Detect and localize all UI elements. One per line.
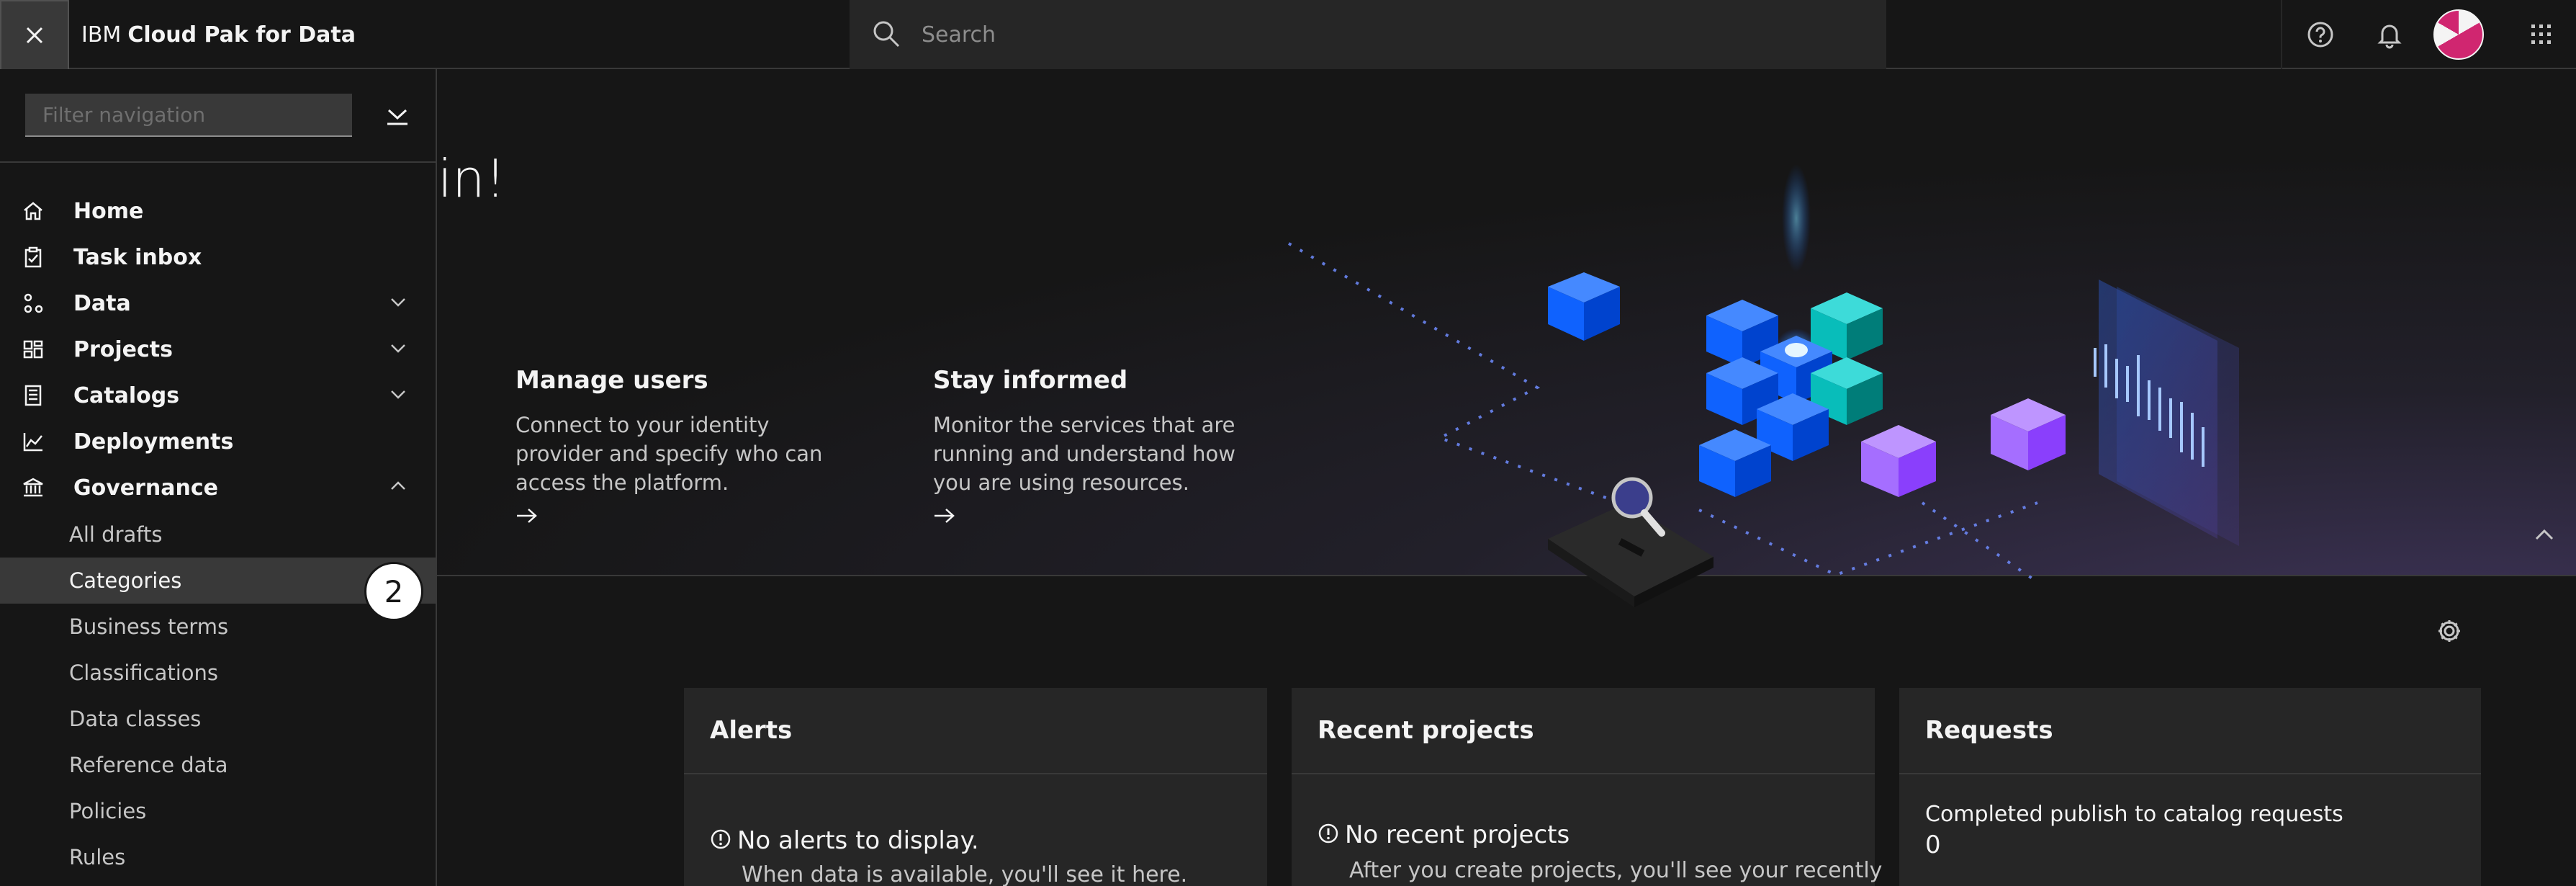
arrow-right-icon[interactable] [515, 507, 832, 527]
catalog-icon [24, 385, 42, 406]
nav-item-projects[interactable]: Projects [0, 326, 436, 372]
nav-sublabel: Business terms [69, 614, 229, 639]
nav-item-data[interactable]: Data [0, 280, 436, 326]
help-icon [2307, 22, 2333, 48]
requests-label[interactable]: Completed publish to catalog requests [1925, 802, 2343, 827]
nav-subitem-data-classes[interactable]: Data classes [0, 696, 436, 742]
collapse-banner-button[interactable] [2534, 527, 2554, 545]
requests-count: 0 [1925, 831, 1941, 859]
nav-sublabel: Rules [69, 845, 126, 869]
requests-panel: Requests Completed publish to catalog re… [1899, 688, 2481, 886]
search-icon [873, 21, 900, 48]
nav-subitem-reference-data[interactable]: Reference data [0, 742, 436, 788]
empty-state-text: After you create projects, you'll see yo… [1349, 858, 1883, 883]
nav-label: Catalogs [73, 382, 180, 408]
empty-state-title: No alerts to display. [710, 826, 979, 856]
collapse-all-button[interactable] [382, 101, 413, 133]
collapse-all-icon [387, 109, 407, 125]
panel-title: Alerts [684, 688, 1267, 774]
nav-item-deployments[interactable]: Deployments [0, 419, 436, 465]
top-header: IBM Cloud Pak for Data [0, 0, 2576, 69]
side-navigation: Home Task inbox Data Projects [0, 69, 437, 886]
stay-informed-card[interactable]: Stay informed Monitor the services that … [933, 366, 1250, 527]
card-title: Stay informed [933, 366, 1128, 395]
recent-projects-panel: Recent projects No recent projects After… [1292, 688, 1882, 886]
chevron-down-icon [391, 298, 405, 307]
avatar [2433, 9, 2484, 60]
global-search [850, 0, 1886, 69]
gear-icon [2438, 620, 2460, 642]
close-icon [26, 27, 43, 44]
manage-users-card[interactable]: Manage users Connect to your identity pr… [515, 366, 832, 527]
chart-line-icon [23, 433, 42, 452]
nav-sublabel: Reference data [69, 753, 228, 777]
nav-item-catalogs[interactable]: Catalogs [0, 372, 436, 419]
nav-label: Home [73, 198, 144, 224]
chevron-down-icon [391, 390, 405, 399]
arrow-right-icon[interactable] [933, 507, 1250, 527]
nav-label: Projects [73, 336, 174, 362]
nav-sublabel: Classifications [69, 661, 218, 685]
panel-title: Recent projects [1292, 688, 1875, 774]
chevron-down-icon [391, 344, 405, 353]
nav-item-governance[interactable]: Governance [0, 465, 436, 511]
empty-state-title: No recent projects [1318, 820, 1570, 851]
brand-name: IBM [81, 22, 122, 48]
nav-subitem-all-drafts[interactable]: All drafts [0, 511, 436, 558]
empty-state-text: When data is available, you'll see it he… [742, 862, 1188, 886]
chevron-up-icon [391, 481, 405, 490]
nav-sublabel: Data classes [69, 707, 202, 731]
nav-label: Governance [73, 475, 219, 501]
card-text: Monitor the services that are running an… [933, 413, 1235, 495]
task-icon [24, 246, 42, 268]
info-icon [710, 828, 731, 856]
app-switcher-button[interactable] [2507, 0, 2576, 69]
alerts-panel: Alerts No alerts to display. When data i… [684, 688, 1267, 886]
welcome-heading: in! [438, 148, 506, 209]
nav-label: Task inbox [73, 244, 202, 270]
user-avatar-button[interactable] [2424, 0, 2493, 69]
filter-bar [0, 69, 436, 163]
product-name: Cloud Pak for Data [127, 22, 356, 48]
close-nav-button[interactable] [0, 0, 69, 69]
card-text: Connect to your identity provider and sp… [515, 413, 823, 495]
projects-icon [23, 340, 43, 359]
nav-subitem-categories[interactable]: Categories 2 [0, 558, 436, 621]
info-icon [1318, 822, 1339, 851]
app-title[interactable]: IBM Cloud Pak for Data [81, 0, 356, 69]
panel-title: Requests [1899, 688, 2481, 774]
nav-label: Data [73, 290, 131, 316]
header-divider [2281, 0, 2282, 69]
home-icon [24, 202, 42, 220]
hero-illustration [1287, 164, 2239, 607]
nav-subitem-rules[interactable]: Rules [0, 834, 436, 880]
filter-navigation-input[interactable] [25, 94, 352, 137]
nav-subitem-business-terms[interactable]: Business terms [0, 604, 436, 650]
nav-subitem-classifications[interactable]: Classifications [0, 650, 436, 696]
app-grid-icon [2531, 24, 2551, 44]
bell-icon [2377, 24, 2402, 49]
nav-sublabel: Policies [69, 799, 147, 823]
notifications-button[interactable] [2355, 0, 2424, 69]
help-button[interactable] [2286, 0, 2355, 69]
nav-sublabel: All drafts [69, 522, 163, 547]
customize-dashboard-button[interactable] [2436, 618, 2462, 647]
data-icon [24, 293, 43, 313]
search-input[interactable] [922, 14, 1857, 55]
chevron-up-icon [2535, 529, 2554, 540]
bank-icon [23, 478, 43, 497]
card-title: Manage users [515, 366, 708, 395]
nav-subitem-policies[interactable]: Policies [0, 788, 436, 834]
nav-item-task-inbox[interactable]: Task inbox [0, 234, 436, 280]
nav-label: Deployments [73, 429, 234, 455]
nav-sublabel: Categories [69, 568, 182, 593]
nav-item-home[interactable]: Home [0, 188, 436, 234]
